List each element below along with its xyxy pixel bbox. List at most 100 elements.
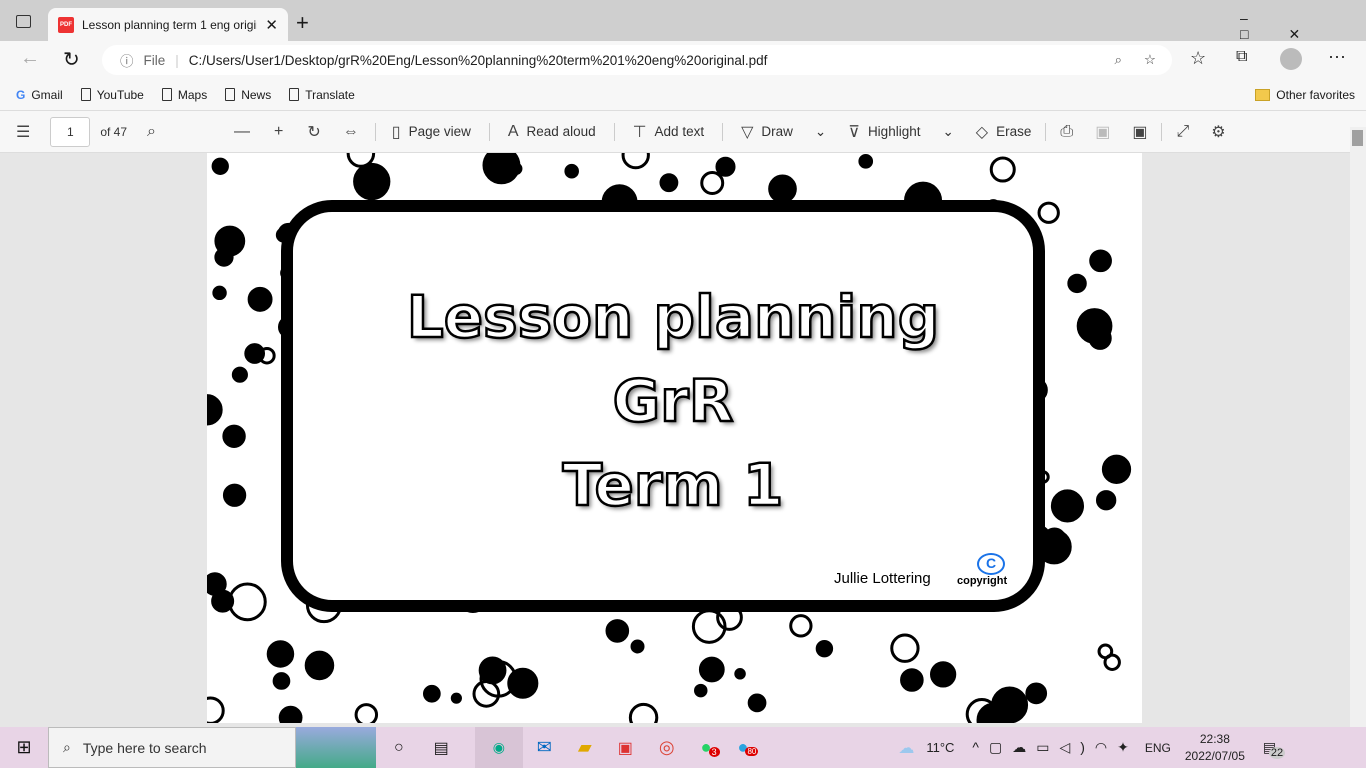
search-icon[interactable]: ⌕ [147, 123, 156, 141]
collections-icon[interactable]: ⧉ [1236, 48, 1247, 66]
read-aloud-button[interactable]: A Read aloud [508, 123, 596, 141]
new-tab-button[interactable]: + [296, 10, 309, 36]
zoom-icon[interactable]: ⌕ [1114, 52, 1122, 68]
flower-mark [900, 668, 924, 692]
chrome-icon[interactable]: ◎ [659, 737, 675, 758]
search-icon: ⌕ [63, 739, 71, 755]
close-tab-icon[interactable]: ✕ [265, 16, 278, 34]
page-view-button[interactable]: ▯ Page view [392, 122, 471, 142]
whatsapp-badge: 3 [708, 747, 720, 757]
mail-icon[interactable]: ✉ [537, 737, 552, 758]
scrollbar-thumb[interactable] [1352, 130, 1363, 146]
notifications-icon[interactable]: ▤ 22 [1263, 739, 1286, 759]
store-icon[interactable]: ▣ [618, 738, 633, 758]
start-button[interactable]: ⊞ [0, 737, 48, 758]
add-favorite-icon[interactable]: ☆ [1144, 52, 1156, 68]
favorite-news[interactable]: News [225, 88, 271, 102]
language-indicator[interactable]: ENG [1145, 741, 1171, 755]
widgets-icon[interactable]: ▤ [434, 738, 449, 758]
add-text-button[interactable]: ⊤ Add text [633, 122, 704, 142]
info-icon[interactable]: ⓘ [120, 50, 134, 70]
zoom-in-icon[interactable]: + [274, 123, 283, 141]
flower-mark [734, 668, 746, 680]
flower-mark [354, 703, 379, 723]
refresh-icon[interactable]: ↻ [63, 47, 80, 72]
author-name: Jullie Lottering [834, 570, 931, 587]
flower-mark [227, 582, 267, 622]
tab-title: Lesson planning term 1 eng original.pdf [82, 17, 257, 32]
weather-temp[interactable]: 11°C [926, 740, 954, 755]
favorite-gmail[interactable]: G Gmail [16, 88, 63, 102]
flower-mark [789, 614, 813, 638]
window-controls[interactable]: –□✕ [1240, 10, 1366, 43]
telegram-icon[interactable]: ● 80 [737, 737, 759, 758]
settings-icon[interactable]: ⚙ [1211, 122, 1225, 142]
scrollbar[interactable] [1350, 127, 1366, 727]
print-icon[interactable]: ⎙ [1060, 123, 1073, 141]
contents-icon[interactable]: ☰ [16, 122, 30, 142]
flower-mark [266, 640, 295, 668]
favorites-icon[interactable]: ☆ [1190, 48, 1206, 69]
clock[interactable]: 22:38 2022/07/05 [1185, 731, 1245, 765]
fullscreen-icon[interactable]: ⤢ [1176, 123, 1189, 141]
flower-mark [1101, 454, 1132, 484]
page-icon [80, 88, 91, 101]
flower-mark [214, 247, 234, 267]
search-highlight-image [296, 727, 376, 768]
flower-mark [231, 366, 248, 383]
copyright-symbol: C [977, 553, 1005, 575]
taskbar-search[interactable]: ⌕ Type here to search [48, 727, 296, 768]
page-icon [161, 88, 172, 101]
flower-mark [207, 696, 225, 723]
flower-mark [472, 680, 501, 708]
page-count: of 47 [100, 124, 128, 139]
address-field[interactable]: ⓘ File | C:/Users/User1/Desktop/grR%20En… [102, 45, 1172, 75]
draw-button[interactable]: ▽ Draw ⌄ [741, 122, 826, 142]
fit-width-icon[interactable]: ⇔ [343, 123, 359, 141]
file-explorer-icon[interactable]: ▰ [578, 737, 592, 758]
zoom-out-icon[interactable]: — [234, 123, 250, 141]
tab-strip: PDF Lesson planning term 1 eng original.… [0, 0, 1366, 43]
flower-mark [278, 705, 303, 723]
flower-mark [422, 684, 441, 703]
save-icon[interactable]: ▣ [1095, 122, 1110, 142]
flower-mark [304, 650, 335, 681]
save-as-icon[interactable]: ▣ [1132, 122, 1147, 142]
more-icon[interactable]: ··· [1328, 46, 1346, 67]
tab-active[interactable]: PDF Lesson planning term 1 eng original.… [48, 8, 288, 41]
other-favorites[interactable]: Other favorites [1255, 88, 1355, 102]
weather-cloud-icon[interactable]: ☁ [898, 738, 914, 758]
whatsapp-icon[interactable]: ● 3 [701, 737, 720, 758]
favorite-youtube[interactable]: YouTube [80, 88, 144, 102]
flower-mark [1095, 490, 1117, 511]
flower-mark [768, 174, 797, 204]
profile-avatar[interactable] [1280, 48, 1302, 70]
pdf-viewer: Lesson planning GrR Term 1 Jullie Lotter… [0, 153, 1350, 727]
flower-mark [659, 173, 679, 193]
favorite-maps[interactable]: Maps [161, 88, 207, 102]
pdf-icon: PDF [58, 16, 74, 33]
tab-actions-icon[interactable] [16, 15, 31, 28]
rotate-icon[interactable]: ↻ [307, 122, 320, 142]
pdf-page: Lesson planning GrR Term 1 Jullie Lotter… [207, 153, 1142, 723]
flower-mark [272, 672, 291, 690]
flower-mark [450, 692, 462, 704]
url-text: C:/Users/User1/Desktop/grR%20Eng/Lesson%… [188, 52, 768, 68]
favorite-translate[interactable]: Translate [289, 88, 355, 102]
flower-mark [747, 693, 767, 713]
url-scheme: File [143, 52, 166, 68]
task-view-icon[interactable]: ○ [394, 739, 404, 757]
flower-mark [890, 633, 920, 663]
edge-icon[interactable]: ◉ [474, 727, 523, 768]
back-icon[interactable]: ← [20, 47, 40, 70]
flower-mark [346, 153, 376, 168]
folder-icon [1255, 88, 1271, 101]
tray-icons[interactable]: ^▢☁▭◁)◠✦ [972, 739, 1138, 756]
flower-mark [247, 286, 273, 312]
page-number-input[interactable]: 1 [50, 116, 91, 147]
flower-mark [715, 156, 736, 177]
flower-mark [628, 702, 659, 723]
flower-mark [211, 157, 229, 175]
erase-button[interactable]: ◇ Erase [976, 122, 1032, 142]
highlight-button[interactable]: ⊽ Highlight ⌄ [848, 122, 954, 142]
